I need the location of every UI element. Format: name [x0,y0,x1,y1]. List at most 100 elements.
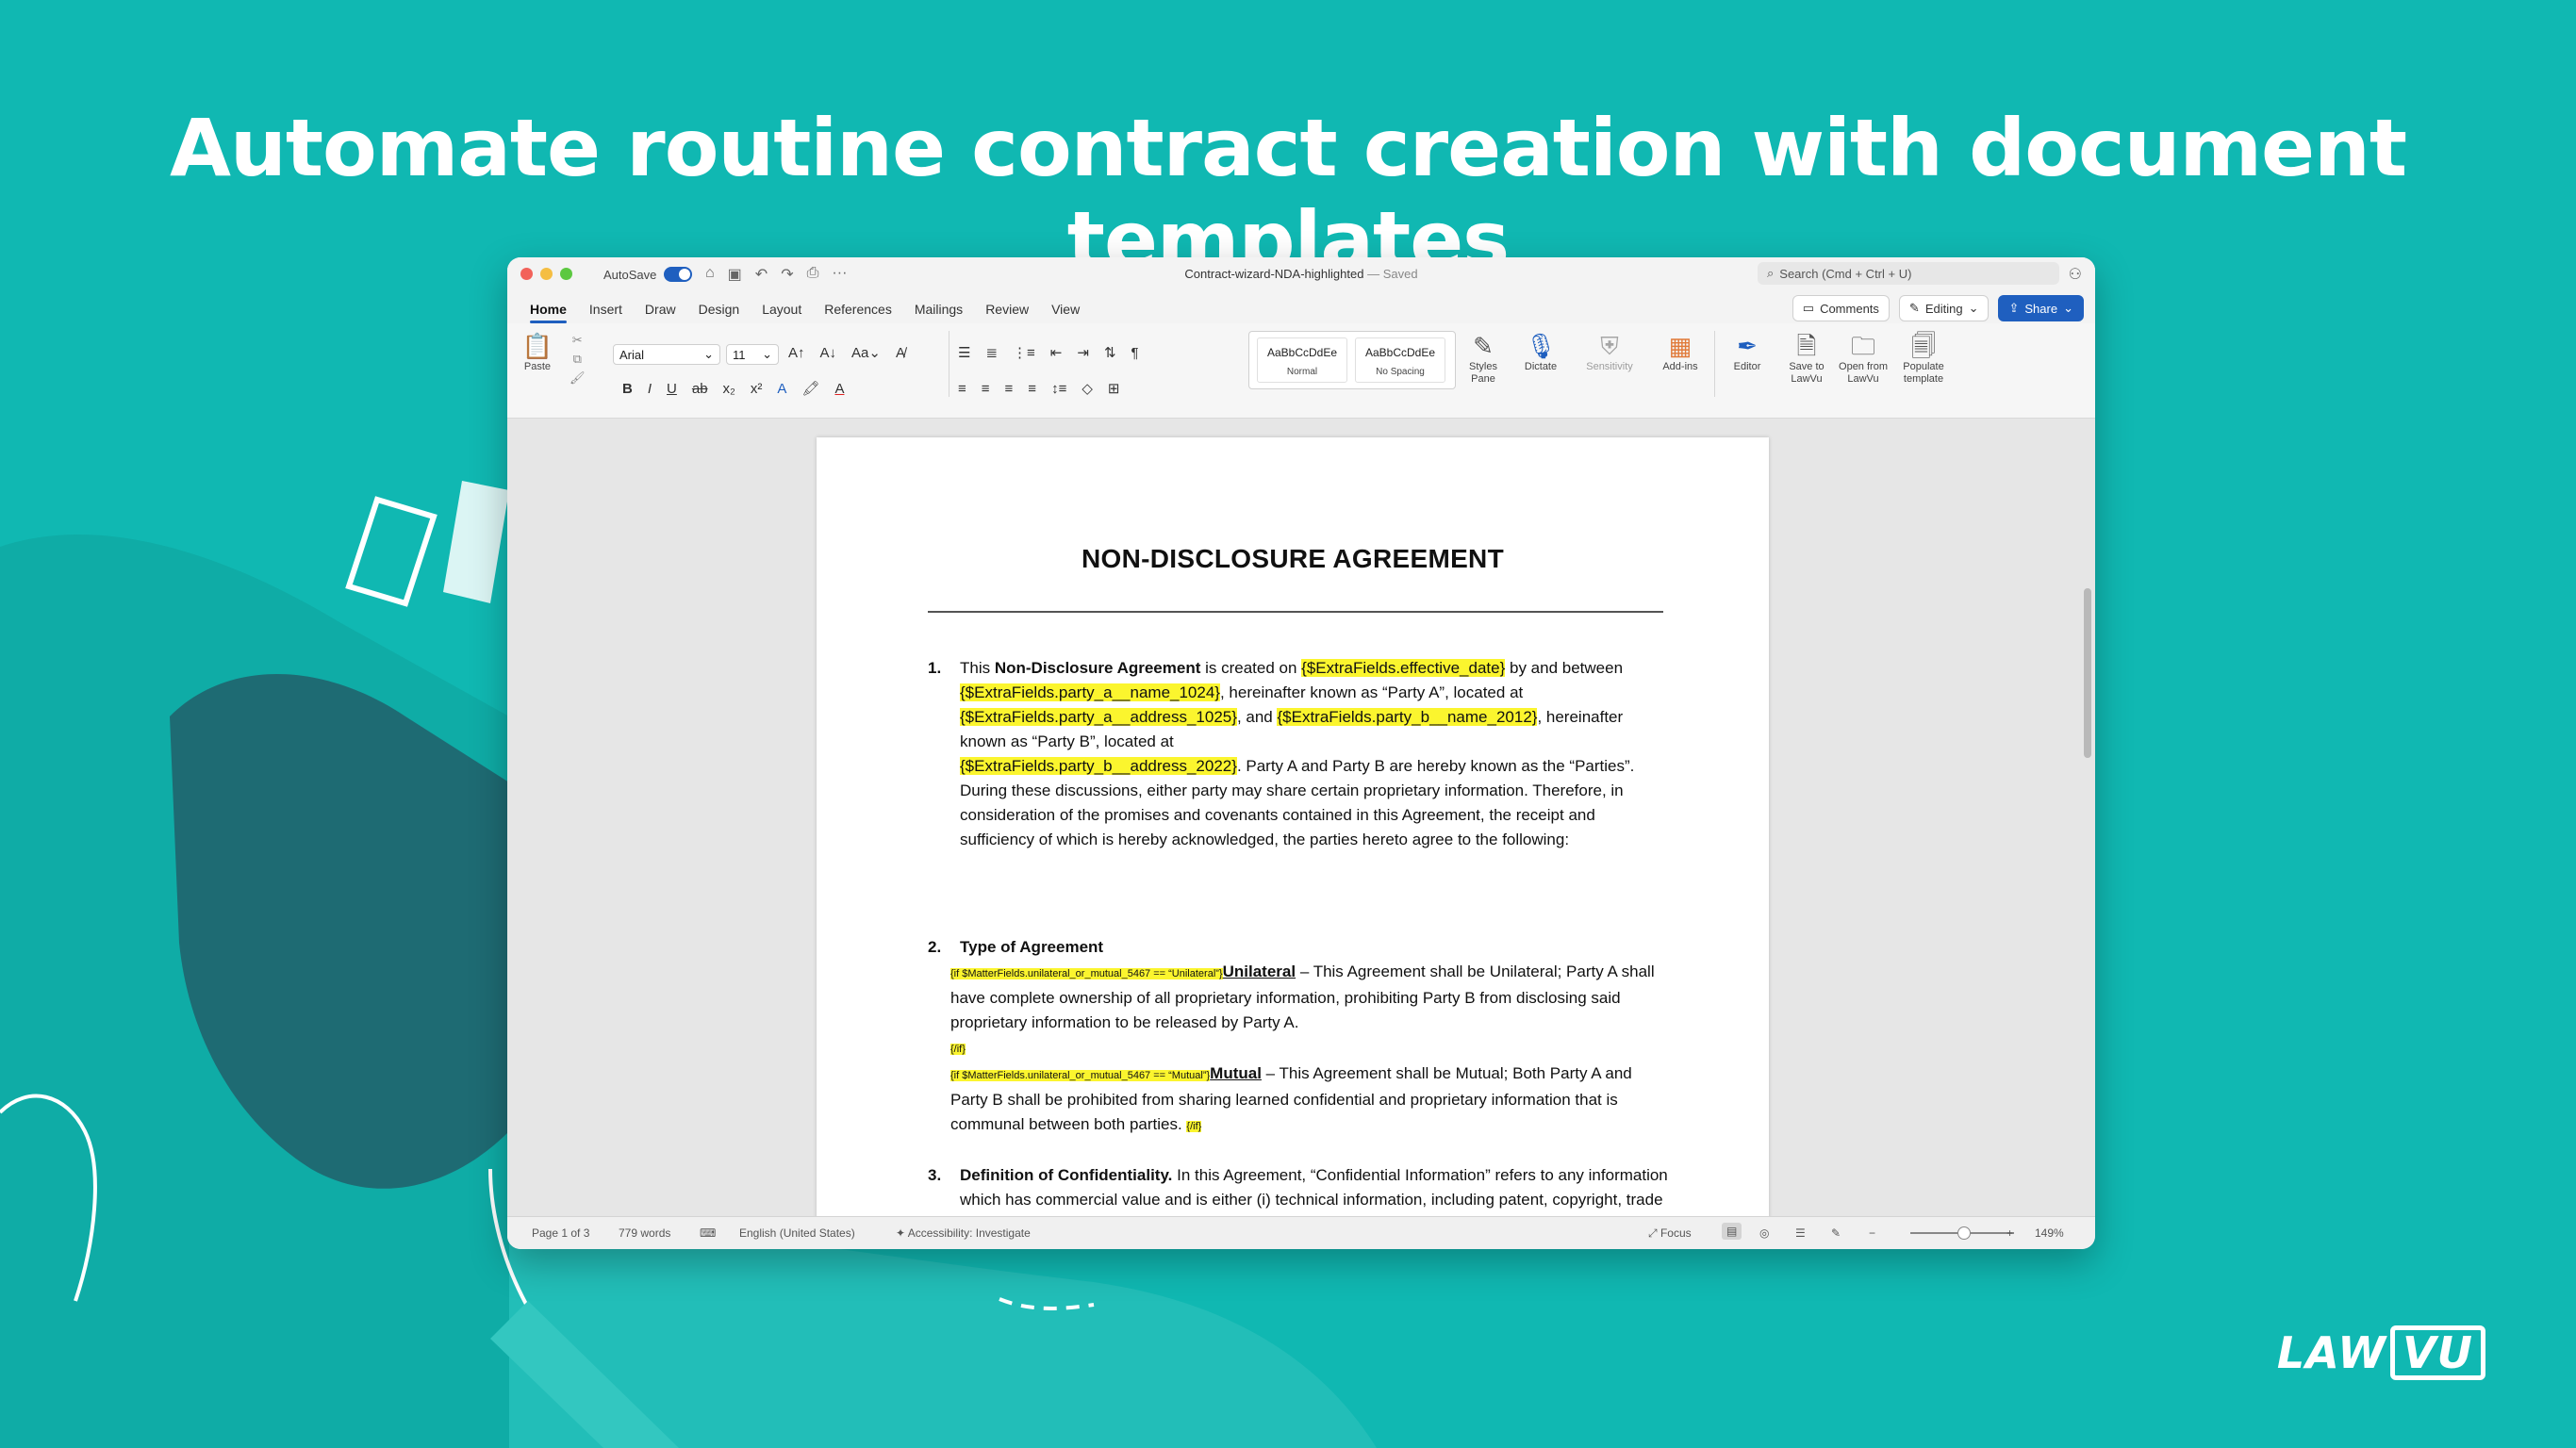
language-status[interactable]: English (United States) [739,1226,855,1240]
tab-layout[interactable]: Layout [751,297,813,321]
font-size-value: 11 [733,347,746,362]
subscript-icon[interactable]: x₂ [723,381,735,397]
search-field[interactable]: ⌕ Search (Cmd + Ctrl + U) [1758,262,2059,285]
align-left-icon[interactable]: ≡ [958,381,966,397]
print-layout-icon[interactable]: ▤ [1722,1223,1742,1240]
tab-review[interactable]: Review [974,297,1040,321]
vertical-scrollbar[interactable] [2084,588,2091,758]
zoom-level[interactable]: 149% [2035,1226,2064,1240]
style-normal[interactable]: AaBbCcDdEe Normal [1257,337,1347,383]
font-name-select[interactable]: Arial ⌄ [613,344,720,365]
borders-icon[interactable]: ⊞ [1108,380,1120,397]
lawvu-logo: LAW VU [2277,1325,2485,1380]
logo-text-left: LAW [2276,1327,2387,1378]
styles-pane-button[interactable]: ✎ Styles Pane [1460,331,1507,386]
text-effects-icon[interactable]: A [777,381,786,397]
editing-label: Editing [1924,301,1963,316]
strikethrough-icon[interactable]: ab [692,381,708,397]
condition-end-tag: {/if} [950,1044,966,1055]
superscript-icon[interactable]: x² [751,381,763,397]
zoom-out-button[interactable]: − [1869,1226,1875,1240]
increase-indent-icon[interactable]: ⇥ [1077,344,1089,361]
tab-insert[interactable]: Insert [578,297,634,321]
tab-references[interactable]: References [813,297,903,321]
tab-design[interactable]: Design [687,297,751,321]
sort-icon[interactable]: ⇅ [1104,344,1116,361]
sensitivity-button[interactable]: ⛨ Sensitivity [1577,331,1643,373]
page-count[interactable]: Page 1 of 3 [532,1226,589,1240]
editing-mode-button[interactable]: ✎ Editing ⌄ [1898,295,1990,321]
decrease-indent-icon[interactable]: ⇤ [1050,344,1063,361]
style-no-spacing-preview: AaBbCcDdEe [1364,346,1436,359]
comment-icon: ▭ [1802,301,1815,315]
font-size-select[interactable]: 11 ⌄ [726,344,779,365]
condition-tag-mutual: {if $MatterFields.unilateral_or_mutual_5… [950,1070,1211,1081]
clipboard-icon: 📋 [521,332,553,360]
share-label: Share [2024,301,2058,316]
editor-label: Editor [1733,361,1761,372]
comments-button[interactable]: ▭ Comments [1792,295,1890,321]
merge-field-party-a-name: {$ExtraFields.party_a__name_1024} [960,683,1220,701]
populate-template-button[interactable]: 🗐 Populate template [1895,331,1952,386]
outline-view-icon[interactable]: ☰ [1795,1226,1806,1240]
align-center-icon[interactable]: ≡ [982,381,990,397]
share-button[interactable]: ⇪ Share ⌄ [1998,295,2084,321]
style-no-spacing[interactable]: AaBbCcDdEe No Spacing [1355,337,1445,383]
word-count[interactable]: 779 words [619,1226,670,1240]
save-to-lawvu-button[interactable]: 🗎 Save to LawVu [1782,331,1831,386]
italic-icon[interactable]: I [648,381,652,397]
multilevel-list-icon[interactable]: ⋮≡ [1013,344,1035,361]
cut-icon[interactable]: ✂ [570,331,586,350]
style-no-spacing-name: No Spacing [1376,367,1425,377]
draft-view-icon[interactable]: ✎ [1831,1226,1841,1240]
chevron-down-icon: ⌄ [2063,301,2073,315]
accessibility-status[interactable]: ✦ Accessibility: Investigate [896,1226,1031,1240]
add-ins-button[interactable]: ▦ Add-ins [1652,331,1709,373]
style-normal-preview: AaBbCcDdEe [1266,346,1338,359]
zoom-slider-handle[interactable] [1957,1226,1971,1240]
grow-font-icon[interactable]: A↑ [788,345,805,361]
chevron-down-icon: ⌄ [762,347,772,361]
bullets-icon[interactable]: ☰ [958,344,970,361]
open-from-lawvu-button[interactable]: 🗀 Open from LawVu [1835,331,1891,386]
highlight-color-icon[interactable]: 🖍 [801,380,819,397]
paste-label: Paste [523,361,552,372]
numbering-icon[interactable]: ≣ [985,344,998,361]
pilcrow-icon[interactable]: ¶ [1131,345,1139,361]
document-page[interactable]: NON-DISCLOSURE AGREEMENT 1. This Non-Dis… [817,437,1769,1248]
populate-template-icon: 🗐 [1911,332,1936,360]
styles-pane-label-1: Styles [1469,361,1497,372]
line-spacing-icon[interactable]: ↕≡ [1051,381,1066,397]
paste-button[interactable]: 📋 Paste [517,331,558,373]
change-case-icon[interactable]: Aa⌄ [851,344,881,361]
document-canvas[interactable]: NON-DISCLOSURE AGREEMENT 1. This Non-Dis… [507,419,2095,1248]
shrink-font-icon[interactable]: A↓ [820,345,837,361]
underline-icon[interactable]: U [667,381,677,397]
focus-button[interactable]: ⤢ Focus [1648,1226,1692,1241]
doc-title-name: Contract-wizard-NDA-highlighted [1184,267,1364,281]
unilateral-clause: {if $MatterFields.unilateral_or_mutual_5… [950,960,1673,1139]
chevron-down-icon: ⌄ [1968,301,1979,315]
section-number: 3. [928,1166,942,1184]
editor-button[interactable]: ✒ Editor [1724,331,1771,373]
zoom-in-button[interactable]: + [2006,1226,2013,1240]
justify-icon[interactable]: ≡ [1028,381,1036,397]
tab-mailings[interactable]: Mailings [903,297,974,321]
align-right-icon[interactable]: ≡ [1005,381,1014,397]
bold-icon[interactable]: B [622,381,633,397]
proofing-icon[interactable]: ⌨ [700,1226,716,1240]
text-run: , and [1236,708,1278,726]
doc-saved-state: — Saved [1367,267,1418,281]
tab-view[interactable]: View [1040,297,1091,321]
font-color-icon[interactable]: A [834,381,844,397]
tab-home[interactable]: Home [519,297,578,323]
style-normal-name: Normal [1286,367,1318,377]
copy-icon[interactable]: ⧉ [570,350,586,369]
dictate-button[interactable]: 🎙 Dictate [1512,331,1569,373]
share-people-icon[interactable]: ⚇ [2069,265,2082,284]
shading-icon[interactable]: ◇ [1082,380,1093,397]
format-painter-icon[interactable]: 🖌 [570,369,586,387]
clear-formatting-icon[interactable]: A̸ [896,345,905,361]
tab-draw[interactable]: Draw [634,297,687,321]
web-layout-icon[interactable]: ◎ [1759,1226,1769,1240]
